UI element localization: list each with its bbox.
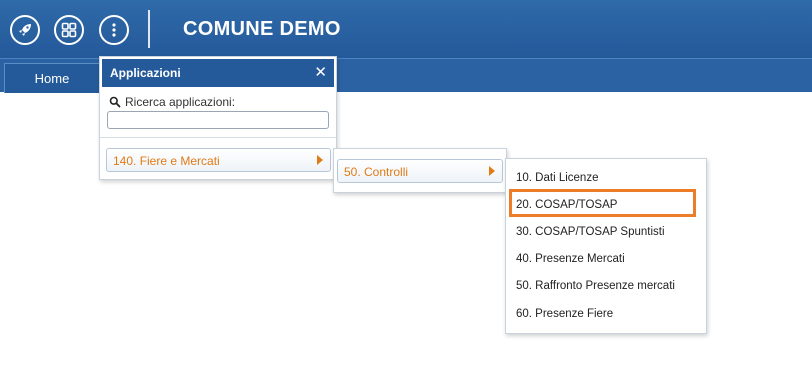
header-divider <box>148 10 150 48</box>
menu-item-raffronto-presenze-mercati[interactable]: 50. Raffronto Presenze mercati <box>516 280 675 292</box>
menu-item-presenze-fiere[interactable]: 60. Presenze Fiere <box>516 308 613 320</box>
menu-item-dati-licenze[interactable]: 10. Dati Licenze <box>516 172 598 184</box>
rocket-icon <box>19 24 31 36</box>
menu-item-presenze-mercati[interactable]: 40. Presenze Mercati <box>516 253 625 265</box>
chevron-right-icon <box>489 166 495 176</box>
apps-grid-button[interactable] <box>54 15 84 45</box>
launcher-button[interactable] <box>10 15 40 45</box>
app-title: COMUNE DEMO <box>183 18 341 40</box>
more-vertical-icon <box>112 23 116 37</box>
applications-panel-header: Applicazioni ✕ <box>102 59 334 87</box>
grid-icon <box>61 22 77 38</box>
applications-panel-title: Applicazioni <box>110 66 181 80</box>
menu-item-label: 50. Controlli <box>344 165 409 179</box>
search-label: Ricerca applicazioni: <box>109 95 235 109</box>
menu-item-fiere-e-mercati[interactable]: 140. Fiere e Mercati <box>106 148 331 172</box>
menu-item-label: 140. Fiere e Mercati <box>113 154 220 168</box>
top-bar: COMUNE DEMO <box>0 0 812 58</box>
search-icon <box>109 96 121 108</box>
chevron-right-icon <box>317 155 323 165</box>
close-icon[interactable]: ✕ <box>314 63 327 81</box>
more-options-button[interactable] <box>99 15 129 45</box>
submenu-items-panel: 10. Dati Licenze 20. COSAP/TOSAP 30. COS… <box>505 158 707 334</box>
applications-panel: Applicazioni ✕ Ricerca applicazioni: 140… <box>99 56 337 180</box>
search-label-text: Ricerca applicazioni: <box>125 95 236 109</box>
submenu-controlli-panel: 50. Controlli <box>333 148 507 193</box>
divider <box>100 137 336 138</box>
tab-home[interactable]: Home <box>4 63 100 93</box>
highlight-box <box>509 189 696 217</box>
menu-item-controlli[interactable]: 50. Controlli <box>337 159 503 183</box>
menu-item-cosap-tosap-spuntisti[interactable]: 30. COSAP/TOSAP Spuntisti <box>516 226 665 238</box>
search-input[interactable] <box>107 111 329 129</box>
